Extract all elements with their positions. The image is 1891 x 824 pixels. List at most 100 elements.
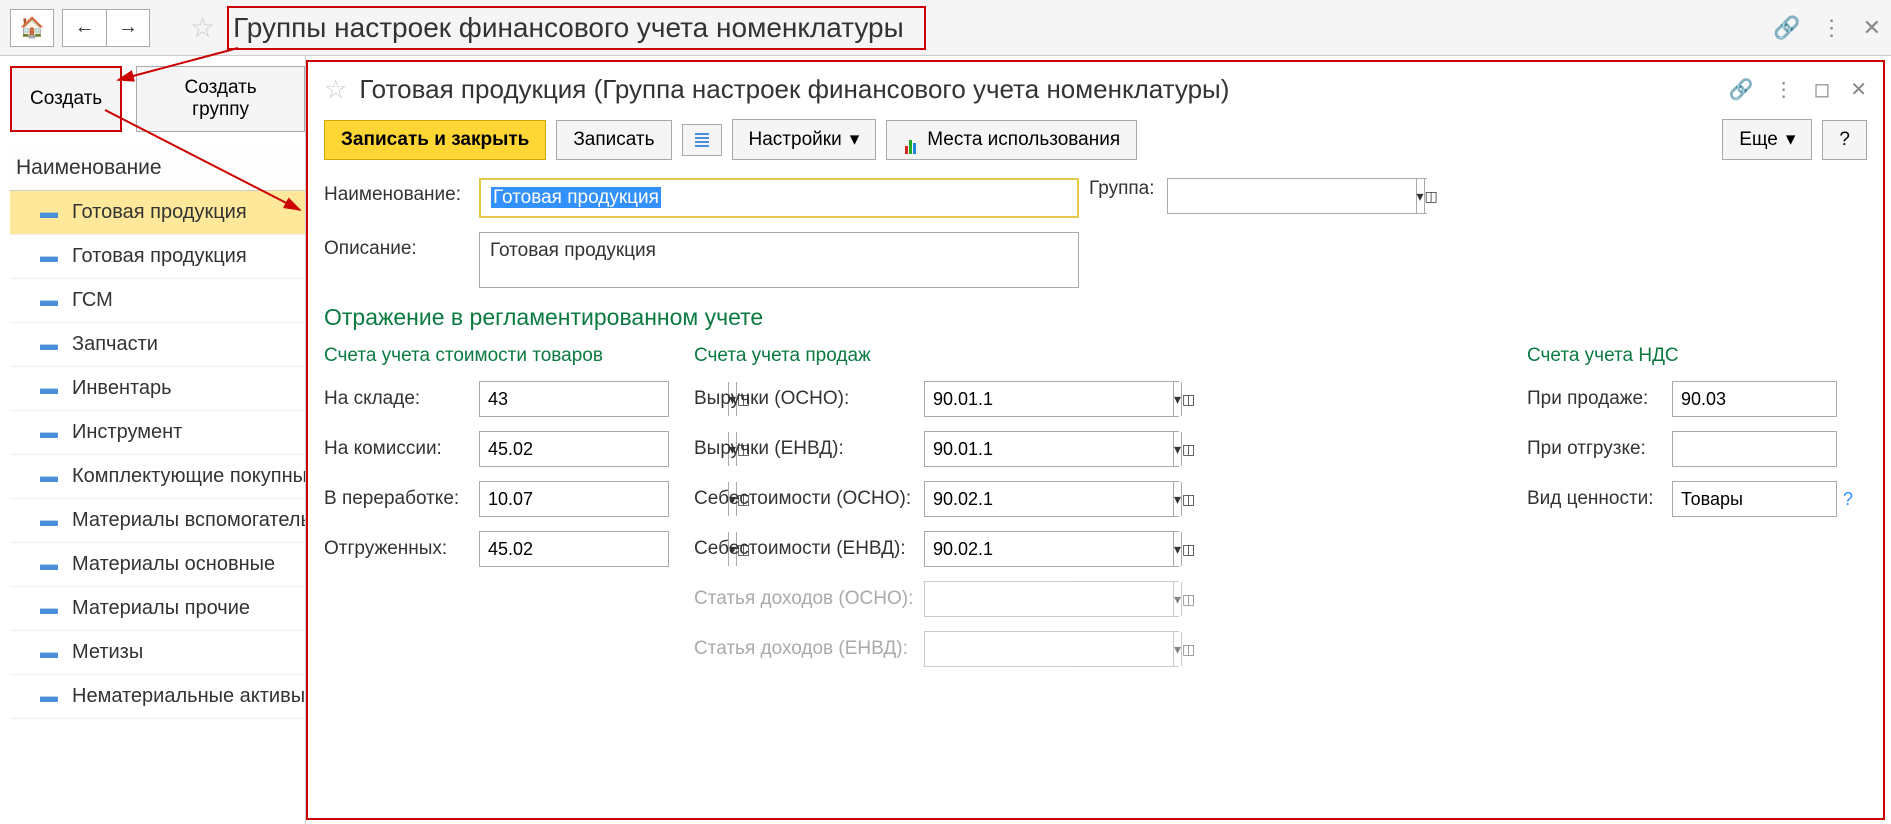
chevron-down-icon: ▾ [1786, 128, 1796, 151]
account-input[interactable] [925, 382, 1173, 416]
desc-input[interactable]: Готовая продукция [479, 232, 1079, 288]
item-dash-icon: ▬ [40, 466, 58, 487]
list-icon-button[interactable] [682, 124, 722, 156]
list-item-label: Готовая продукция [72, 201, 247, 224]
form-panel: ☆ Готовая продукция (Группа настроек фин… [306, 60, 1885, 820]
list-item[interactable]: ▬ Запчасти [10, 323, 305, 367]
list-item-label: Метизы [72, 641, 143, 664]
account-input[interactable] [480, 482, 728, 516]
account-input[interactable] [480, 532, 728, 566]
link-icon[interactable]: 🔗 [1773, 15, 1800, 41]
account-input[interactable] [925, 432, 1173, 466]
item-dash-icon: ▬ [40, 642, 58, 663]
help-button[interactable]: ? [1822, 120, 1867, 160]
list-header[interactable]: Наименование [10, 146, 305, 191]
combo-open-icon[interactable]: ◫ [1181, 482, 1195, 516]
chevron-down-icon: ▾ [850, 128, 860, 151]
usage-button[interactable]: Места использования [886, 120, 1137, 160]
more-button[interactable]: Еще ▾ [1722, 119, 1812, 160]
list-item-label: Запчасти [72, 333, 158, 356]
list-item[interactable]: ▬ Метизы [10, 631, 305, 675]
account-input[interactable] [1673, 432, 1885, 466]
create-group-button[interactable]: Создать группу [136, 66, 305, 132]
home-button[interactable]: 🏠 [10, 9, 54, 47]
item-dash-icon: ▬ [40, 422, 58, 443]
account-label: При отгрузке: [1527, 438, 1672, 460]
list-item[interactable]: ▬Готовая продукция [10, 235, 305, 279]
form-close-icon[interactable]: ✕ [1850, 77, 1867, 102]
account-input[interactable] [1673, 482, 1885, 516]
left-panel: Создать Создать группу Наименование ▬Гот… [0, 56, 306, 824]
account-input[interactable] [1673, 382, 1885, 416]
account-label: Выручки (ОСНО): [694, 388, 924, 410]
form-link-icon[interactable]: 🔗 [1729, 77, 1754, 102]
list-item[interactable]: ▬Инвентарь [10, 367, 305, 411]
create-button[interactable]: Создать [10, 66, 122, 132]
combo-open-icon[interactable]: ◫ [1181, 532, 1195, 566]
save-close-button[interactable]: Записать и закрыть [324, 120, 546, 160]
name-label: Наименование: [324, 178, 479, 206]
combo-dropdown-icon[interactable]: ▾ [1173, 532, 1181, 566]
account-input[interactable] [480, 432, 728, 466]
form-kebab-icon[interactable]: ⋮ [1774, 77, 1794, 102]
account-input[interactable] [925, 632, 1173, 666]
account-input[interactable] [925, 532, 1173, 566]
item-dash-icon: ▬ [40, 378, 58, 399]
account-label: В переработке: [324, 488, 479, 510]
combo-open-icon[interactable]: ◫ [1424, 179, 1438, 213]
combo-dropdown-icon[interactable]: ▾ [1173, 382, 1181, 416]
list-item-label: Нематериальные активы [72, 685, 305, 708]
save-button[interactable]: Записать [556, 120, 671, 160]
combo-dropdown-icon[interactable]: ▾ [1173, 632, 1181, 666]
form-maximize-icon[interactable]: ◻ [1814, 77, 1831, 102]
combo-open-icon[interactable]: ◫ [1181, 432, 1195, 466]
name-input[interactable]: Готовая продукция [479, 178, 1079, 218]
item-dash-icon: ▬ [40, 598, 58, 619]
combo-dropdown-icon[interactable]: ▾ [1416, 179, 1424, 213]
item-dash-icon: ▬ [40, 290, 58, 311]
account-input[interactable] [480, 382, 728, 416]
lines-icon [695, 133, 709, 147]
item-dash-icon: ▬ [40, 554, 58, 575]
combo-dropdown-icon[interactable]: ▾ [1173, 432, 1181, 466]
item-dash-icon: ▬ [40, 334, 58, 355]
list-item[interactable]: ▬Инструмент [10, 411, 305, 455]
item-dash-icon: ▬ [40, 510, 58, 531]
list-item[interactable]: ▬ ГСМ [10, 279, 305, 323]
back-button[interactable]: ← [62, 9, 106, 47]
list-item[interactable]: ▬Комплектующие покупные [10, 455, 305, 499]
group-input[interactable] [1168, 179, 1416, 213]
combo-dropdown-icon[interactable]: ▾ [1173, 482, 1181, 516]
col1-title: Счета учета стоимости товаров [324, 345, 674, 367]
col3-title: Счета учета НДС [1527, 345, 1867, 367]
account-input[interactable] [925, 482, 1173, 516]
chart-icon [903, 132, 919, 148]
account-label: Отгруженных: [324, 538, 479, 560]
list-item[interactable]: ▬ Материалы вспомогательные [10, 499, 305, 543]
combo-open-icon[interactable]: ◫ [1181, 382, 1195, 416]
settings-button[interactable]: Настройки ▾ [732, 119, 877, 160]
star-icon[interactable]: ☆ [190, 11, 215, 44]
help-icon[interactable]: ? [1843, 489, 1853, 510]
list-item[interactable]: ▬Материалы прочие [10, 587, 305, 631]
form-star-icon[interactable]: ☆ [324, 74, 347, 105]
close-icon[interactable]: ✕ [1863, 15, 1881, 41]
combo-open-icon[interactable]: ◫ [1181, 632, 1195, 666]
list-item-label: ГСМ [72, 289, 113, 312]
page-title: Группы настроек финансового учета номенк… [227, 6, 926, 50]
combo-open-icon[interactable]: ◫ [1181, 582, 1195, 616]
list-item-label: Материалы вспомогательные [72, 509, 305, 532]
kebab-icon[interactable]: ⋮ [1821, 15, 1843, 41]
desc-label: Описание: [324, 232, 479, 260]
account-label: Вид ценности: [1527, 488, 1672, 510]
list-item[interactable]: ▬Готовая продукция [10, 191, 305, 235]
forward-button[interactable]: → [106, 9, 150, 47]
list-item[interactable]: ▬ Материалы основные [10, 543, 305, 587]
combo-dropdown-icon[interactable]: ▾ [1173, 582, 1181, 616]
list-item[interactable]: ▬ Нематериальные активы [10, 675, 305, 719]
item-dash-icon: ▬ [40, 686, 58, 707]
group-label: Группа: [1089, 178, 1155, 200]
list-item-label: Материалы основные [72, 553, 275, 576]
account-input[interactable] [925, 582, 1173, 616]
item-dash-icon: ▬ [40, 246, 58, 267]
